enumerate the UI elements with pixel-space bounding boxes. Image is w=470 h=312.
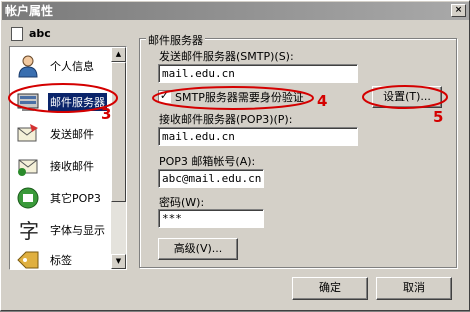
font-icon: 字 — [19, 219, 39, 242]
account-icon — [11, 27, 23, 41]
nav-item-other-pop3[interactable]: 其它POP3 — [12, 183, 112, 213]
annotation-number-5: 5 — [433, 108, 444, 126]
nav-label: 发送邮件 — [50, 128, 94, 141]
account-properties-window: 帐户属性 × abc 个人信息 邮件服务器 发送邮件 接收邮件 其它POP3 字… — [0, 0, 470, 311]
annotation-number-4: 4 — [317, 92, 328, 110]
nav-label: 邮件服务器 — [48, 93, 107, 111]
password-label: 密码(W): — [159, 196, 205, 209]
account-name: abc — [29, 27, 51, 40]
window-title: 帐户属性 — [5, 4, 54, 18]
nav-label: 其它POP3 — [50, 192, 101, 205]
cancel-button[interactable]: 取消 — [376, 277, 452, 300]
nav-label: 接收邮件 — [50, 160, 94, 173]
scroll-thumb[interactable] — [111, 62, 126, 202]
annotation-number-3: 3 — [101, 105, 112, 123]
person-icon — [18, 55, 38, 78]
category-list[interactable]: 个人信息 邮件服务器 发送邮件 接收邮件 其它POP3 字 字体与显示 标签 ▲… — [9, 46, 127, 270]
nav-item-tags[interactable]: 标签 — [12, 245, 112, 269]
receive-mail-icon — [18, 159, 38, 176]
pop3-label: 接收邮件服务器(POP3)(P): — [159, 113, 293, 126]
smtp-label: 发送邮件服务器(SMTP)(S): — [159, 50, 294, 63]
nav-label: 标签 — [50, 254, 72, 267]
smtp-auth-label[interactable]: SMTP服务器需要身份验证 — [175, 89, 304, 105]
svg-text:字: 字 — [19, 219, 39, 242]
other-pop3-icon — [17, 187, 39, 209]
group-title: 邮件服务器 — [146, 32, 205, 48]
advanced-button[interactable]: 高级(V)... — [158, 238, 238, 260]
nav-item-send[interactable]: 发送邮件 — [12, 119, 112, 149]
nav-label: 字体与显示 — [50, 224, 105, 237]
nav-item-receive[interactable]: 接收邮件 — [12, 151, 112, 181]
pop3-server-input[interactable]: mail.edu.cn — [158, 127, 358, 146]
title-bar: 帐户属性 × — [2, 2, 469, 20]
smtp-auth-checkbox[interactable]: ✓ — [158, 90, 171, 103]
account-header: abc — [11, 26, 51, 42]
ok-button[interactable]: 确定 — [292, 277, 368, 300]
category-scrollbar[interactable]: ▲ ▼ — [111, 47, 126, 269]
tag-icon — [17, 251, 39, 269]
send-mail-icon — [17, 124, 38, 142]
nav-item-mail-server[interactable]: 邮件服务器 — [12, 87, 112, 117]
pop3-account-label: POP3 邮箱帐号(A): — [159, 155, 256, 168]
pop3-account-input[interactable]: abc@mail.edu.cn — [158, 169, 264, 188]
settings-button[interactable]: 设置(T)... — [372, 86, 442, 108]
password-input[interactable]: *** — [158, 209, 264, 228]
scroll-down-icon[interactable]: ▼ — [111, 254, 126, 269]
scroll-up-icon[interactable]: ▲ — [111, 47, 126, 62]
close-button[interactable]: × — [451, 4, 466, 17]
smtp-server-input[interactable]: mail.edu.cn — [158, 64, 358, 83]
nav-label: 个人信息 — [50, 60, 94, 73]
nav-item-font[interactable]: 字 字体与显示 — [12, 215, 112, 245]
nav-item-personal[interactable]: 个人信息 — [12, 51, 112, 81]
server-icon — [17, 93, 39, 111]
